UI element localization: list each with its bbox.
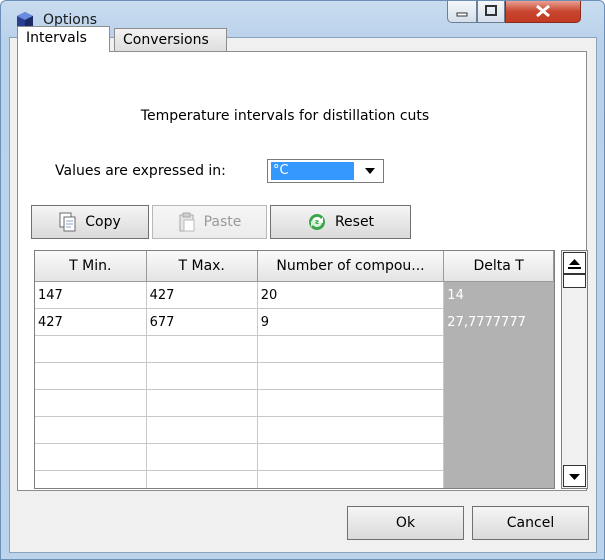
minimize-button[interactable] xyxy=(447,1,477,23)
cancel-button[interactable]: Cancel xyxy=(472,506,589,540)
table-row xyxy=(35,443,554,471)
cell-compounds[interactable] xyxy=(257,335,445,363)
intervals-heading: Temperature intervals for distillation c… xyxy=(140,108,430,124)
cell-delta-t: 14 xyxy=(443,281,554,309)
ok-button[interactable]: Ok xyxy=(347,506,464,540)
cell-delta-t xyxy=(443,362,554,390)
units-label: Values are expressed in: xyxy=(55,163,226,179)
column-header-tmin[interactable]: T Min. xyxy=(35,251,147,282)
paste-icon xyxy=(179,212,195,232)
minimize-icon xyxy=(456,12,468,17)
grid-header-row: T Min. T Max. Number of compou... Delta … xyxy=(35,251,554,282)
cell-compounds[interactable] xyxy=(257,362,445,390)
cell-tmax[interactable] xyxy=(146,470,258,488)
intervals-table: T Min. T Max. Number of compou... Delta … xyxy=(35,251,554,488)
copy-button[interactable]: Copy xyxy=(31,205,149,239)
tab-conversions-label: Conversions xyxy=(123,32,209,48)
cell-compounds[interactable]: 20 xyxy=(257,281,445,309)
cell-tmax[interactable] xyxy=(146,389,258,417)
cell-tmax[interactable] xyxy=(146,335,258,363)
maximize-button[interactable] xyxy=(477,1,505,23)
cell-tmin[interactable] xyxy=(35,416,147,444)
cell-tmax[interactable] xyxy=(146,443,258,471)
cell-tmax[interactable] xyxy=(146,362,258,390)
copy-icon xyxy=(59,212,76,232)
cell-delta-t xyxy=(443,443,554,471)
cell-delta-t xyxy=(443,416,554,444)
cell-tmin[interactable] xyxy=(35,443,147,471)
cell-compounds[interactable] xyxy=(257,416,445,444)
paste-label: Paste xyxy=(203,214,242,230)
dropdown-arrow-icon[interactable] xyxy=(365,168,375,174)
reset-label: Reset xyxy=(334,214,375,230)
tab-conversions[interactable]: Conversions xyxy=(114,28,227,52)
table-row xyxy=(35,389,554,417)
column-header-tmax[interactable]: T Max. xyxy=(146,251,258,282)
units-selected-value: °C xyxy=(271,162,354,180)
scroll-up-icon xyxy=(568,259,581,269)
maximize-icon xyxy=(485,5,497,16)
grid-vertical-scrollbar[interactable] xyxy=(561,250,588,489)
cell-tmin[interactable]: 147 xyxy=(35,281,147,309)
cell-tmin[interactable] xyxy=(35,389,147,417)
close-button[interactable] xyxy=(505,1,581,23)
paste-button[interactable]: Paste xyxy=(152,205,267,239)
cell-delta-t xyxy=(443,389,554,417)
cell-delta-t: 27,7777777 xyxy=(443,308,554,336)
intervals-grid: T Min. T Max. Number of compou... Delta … xyxy=(34,250,555,489)
cell-compounds[interactable] xyxy=(257,443,445,471)
table-row xyxy=(35,362,554,390)
cell-tmax[interactable] xyxy=(146,416,258,444)
tab-intervals-label: Intervals xyxy=(26,30,87,46)
cell-tmin[interactable] xyxy=(35,470,147,488)
tab-intervals[interactable]: Intervals xyxy=(17,26,110,52)
units-select[interactable]: °C xyxy=(267,159,384,183)
column-header-compounds[interactable]: Number of compou... xyxy=(257,251,445,282)
cell-delta-t xyxy=(443,335,554,363)
close-icon xyxy=(536,4,550,18)
cell-tmax[interactable]: 427 xyxy=(146,281,258,309)
reset-icon xyxy=(308,214,325,230)
scroll-down-icon xyxy=(569,474,580,480)
scroll-down-button[interactable] xyxy=(563,465,586,487)
table-row: 427 677 9 27,7777777 xyxy=(35,308,554,336)
cell-tmin[interactable] xyxy=(35,362,147,390)
table-row xyxy=(35,416,554,444)
cell-compounds[interactable] xyxy=(257,470,445,488)
table-row xyxy=(35,335,554,363)
scroll-up-button[interactable] xyxy=(563,252,586,274)
cell-delta-t xyxy=(443,470,554,488)
copy-label: Copy xyxy=(85,214,121,230)
cell-tmin[interactable]: 427 xyxy=(35,308,147,336)
table-row: 147 427 20 14 xyxy=(35,281,554,309)
cell-compounds[interactable] xyxy=(257,389,445,417)
column-header-delta-t[interactable]: Delta T xyxy=(443,251,554,282)
scroll-thumb[interactable] xyxy=(563,274,586,288)
table-row xyxy=(35,470,554,488)
cell-tmin[interactable] xyxy=(35,335,147,363)
cell-tmax[interactable]: 677 xyxy=(146,308,258,336)
reset-button[interactable]: Reset xyxy=(270,205,411,239)
cell-compounds[interactable]: 9 xyxy=(257,308,445,336)
